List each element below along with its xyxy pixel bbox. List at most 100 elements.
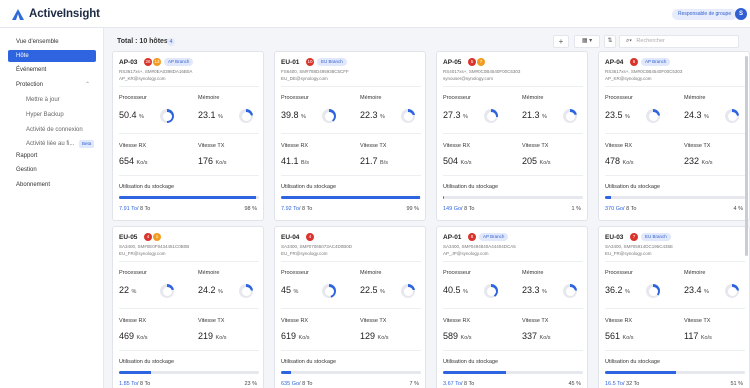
host-card[interactable]: EU-05 41 SA3400, SM#0E0F9434451C0B0B EU_…	[112, 226, 264, 388]
cpu-label: Processeur	[119, 95, 147, 101]
host-user: EU_FR@synology.com	[119, 251, 166, 256]
sidebar-item-host[interactable]: Hôte	[8, 50, 96, 62]
host-card[interactable]: AP-01 8 AP Branch SA3400, SM#0494840A4440…	[436, 226, 588, 388]
divider	[281, 261, 421, 262]
divider	[281, 350, 421, 351]
storage-label: Utilisation du stockage	[605, 184, 661, 190]
role-button[interactable]: Responsable de groupe	[672, 9, 738, 20]
cpu-donut	[160, 109, 174, 123]
mem-label: Mémoire	[684, 270, 706, 276]
host-card[interactable]: EU-03 7 EU Branch SA3400, SM#05914DC195C4…	[598, 226, 750, 388]
host-model: SA3400, SM#07065073AC4D0B0D	[281, 244, 353, 249]
tx-label: Vitesse TX	[522, 318, 549, 324]
host-badges: 57	[468, 58, 486, 66]
rx-value: 504 Ko/s	[443, 156, 472, 166]
sidebar-item-event[interactable]: Événement	[8, 64, 96, 76]
branch-tag: AP Branch	[164, 58, 194, 66]
storage-label: Utilisation du stockage	[119, 184, 175, 190]
storage-bar-fill	[443, 196, 445, 199]
tx-value: 129 Ko/s	[360, 331, 389, 341]
sidebar-item-login-activity[interactable]: Activité de connexion	[8, 124, 96, 136]
cpu-value: 50.4 %	[119, 110, 144, 120]
storage-bar	[281, 196, 421, 199]
app-logo[interactable]: ActiveInsight	[12, 8, 100, 20]
storage-bar-fill	[443, 371, 506, 374]
branch-tag: EU Branch	[317, 58, 347, 66]
storage-bar-fill	[281, 196, 420, 199]
add-button[interactable]: +	[553, 35, 569, 48]
cpu-label: Processeur	[443, 270, 471, 276]
mem-value: 22.5 %	[360, 285, 385, 295]
cpu-value: 40.5 %	[443, 285, 468, 295]
sidebar-item-hyper-backup[interactable]: Hyper Backup	[8, 109, 96, 121]
divider	[281, 308, 421, 309]
host-user: EU_DE@synology.com	[281, 76, 328, 81]
rx-label: Vitesse RX	[443, 318, 471, 324]
host-name: AP-03	[119, 59, 138, 66]
storage-bar-fill	[281, 371, 291, 374]
host-user: AP_JP@synology.com	[443, 251, 489, 256]
storage-bar-fill	[119, 371, 152, 374]
sidebar-item-overview[interactable]: Vue d'ensemble	[8, 36, 96, 48]
rx-label: Vitesse RX	[605, 318, 633, 324]
branch-tag: EU Branch	[641, 233, 671, 241]
sidebar-item-subscription[interactable]: Abonnement	[8, 179, 96, 191]
divider	[119, 261, 259, 262]
host-card[interactable]: AP-03 26 13 AP Branch RS3617xs+, SM#0EA039…	[112, 51, 264, 221]
cpu-donut	[322, 284, 336, 298]
tx-value: 232 Ko/s	[684, 156, 713, 166]
divider	[605, 308, 745, 309]
host-card[interactable]: EU-01 10 EU Branch FS6400, SM#788D495938C…	[274, 51, 426, 221]
info-badge[interactable]: 4	[167, 38, 175, 46]
rx-value: 469 Ko/s	[119, 331, 148, 341]
cpu-value: 36.2 %	[605, 285, 630, 295]
search-input[interactable]: ⌕▾ Rechercher	[619, 35, 739, 48]
divider	[443, 175, 583, 176]
avatar[interactable]: S	[735, 8, 747, 20]
sidebar-item-update[interactable]: Mettre à jour	[8, 94, 96, 106]
cpu-label: Processeur	[281, 270, 309, 276]
rx-label: Vitesse RX	[605, 143, 633, 149]
divider	[119, 86, 259, 87]
critical-badge: 26	[144, 58, 152, 66]
grid-view-icon: ▦	[581, 38, 588, 44]
host-card[interactable]: AP-05 57 RS4017xs+, SM#0C0B4540F00C5303 …	[436, 51, 588, 221]
host-model: RS3617xs+, SM#0EA0398DA16B0A	[119, 69, 193, 74]
warning-badge: 1	[153, 233, 161, 241]
tx-value: 219 Ko/s	[198, 331, 227, 341]
divider	[119, 133, 259, 134]
storage-label: Utilisation du stockage	[281, 184, 337, 190]
critical-badge: 8	[468, 233, 476, 241]
sidebar-item-management[interactable]: Gestion	[8, 164, 96, 176]
divider	[443, 133, 583, 134]
host-model: SA3400, SM#05914DC195C435E	[605, 244, 674, 249]
host-card[interactable]: EU-04 4 SA3400, SM#07065073AC4D0B0D EU_F…	[274, 226, 426, 388]
chevron-up-icon: ⌃	[84, 82, 90, 88]
sidebar-item-report[interactable]: Rapport	[8, 150, 96, 162]
sort-button[interactable]: ⇅	[604, 35, 616, 48]
rx-label: Vitesse RX	[443, 143, 471, 149]
host-user: EU_FR@synology.com	[605, 251, 652, 256]
chevron-down-icon: ▾	[589, 38, 593, 44]
sidebar-item-protection[interactable]: Protection ⌃	[8, 79, 96, 91]
mem-value: 24.2 %	[198, 285, 223, 295]
host-name: EU-01	[281, 59, 300, 66]
logo-icon	[12, 8, 24, 20]
host-badges: 8 AP Branch	[468, 233, 509, 241]
critical-badge: 7	[630, 233, 638, 241]
view-toggle[interactable]: ▦ ▾	[574, 35, 600, 48]
sidebar-item-label: Activité liée au fi...	[26, 141, 75, 147]
cpu-value: 45 %	[281, 285, 299, 295]
sidebar-item-file-activity[interactable]: Activité liée au fi... Beta	[8, 138, 96, 150]
host-card[interactable]: AP-04 6 AP Branch RS3617xs+, SM#0C0B4540F…	[598, 51, 750, 221]
mem-label: Mémoire	[360, 95, 382, 101]
host-model: RS3617xs+, SM#0C0B4540F00C5303	[605, 69, 683, 74]
mem-donut	[725, 284, 739, 298]
scrollbar[interactable]	[745, 56, 748, 256]
mem-donut	[563, 284, 577, 298]
critical-badge: 4	[306, 233, 314, 241]
mem-donut	[401, 109, 415, 123]
divider	[281, 133, 421, 134]
warning-badge: 7	[477, 58, 485, 66]
host-name: AP-05	[443, 59, 462, 66]
